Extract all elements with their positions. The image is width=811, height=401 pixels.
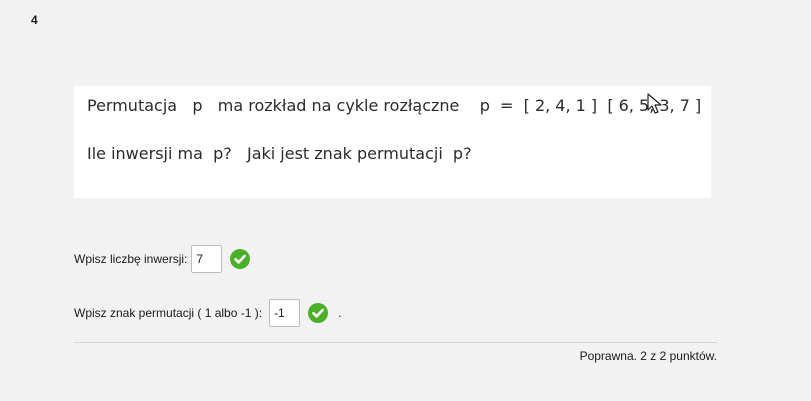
grade-feedback: Poprawna. 2 z 2 punktów. [579, 349, 717, 363]
inversions-label: Wpisz liczbę inwersji: [74, 252, 188, 266]
sign-label: Wpisz znak permutacji ( 1 albo -1 ): [74, 306, 263, 320]
question-statement: Permutacja p ma rozkład na cykle rozłącz… [87, 96, 702, 115]
inversions-input[interactable]: 7 [191, 245, 223, 273]
inversions-row: Wpisz liczbę inwersji: 7 [74, 245, 251, 273]
sign-suffix: . [338, 306, 342, 320]
sign-input[interactable]: -1 [269, 299, 301, 327]
sign-row: Wpisz znak permutacji ( 1 albo -1 ): -1 … [74, 299, 341, 327]
divider [74, 342, 717, 343]
mouse-cursor-icon [647, 93, 662, 114]
correct-check-icon [230, 249, 251, 269]
correct-check-icon [308, 303, 329, 323]
question-text-box: Permutacja p ma rozkład na cykle rozłącz… [74, 86, 711, 198]
question-prompt: Ile inwersji ma p? Jaki jest znak permut… [87, 144, 472, 163]
question-number: 4 [31, 13, 38, 27]
